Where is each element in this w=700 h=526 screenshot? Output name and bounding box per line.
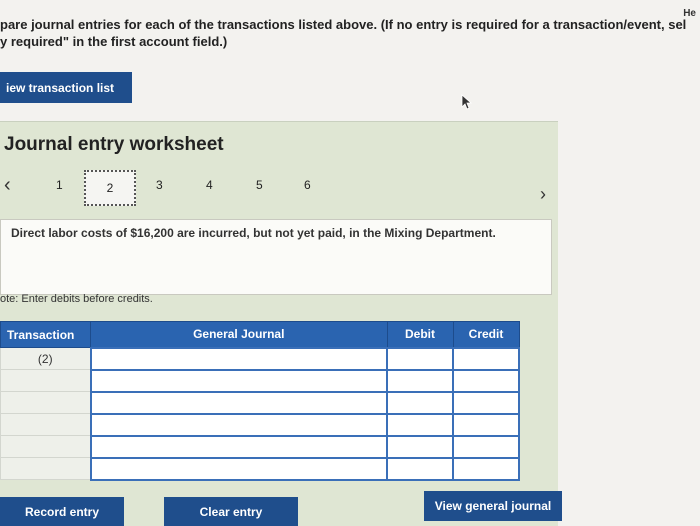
page-4[interactable]: 4 xyxy=(206,178,213,192)
credit-field[interactable] xyxy=(452,346,520,371)
table-row xyxy=(0,434,520,459)
account-field[interactable] xyxy=(89,434,388,459)
page-1[interactable]: 1 xyxy=(56,178,63,192)
table-row xyxy=(0,456,520,481)
journal-entry-worksheet: Journal entry worksheet ‹ 1 2 3 4 5 6 › … xyxy=(0,121,558,526)
account-field[interactable] xyxy=(89,368,388,393)
page-5[interactable]: 5 xyxy=(256,178,263,192)
table-row xyxy=(0,412,520,437)
page-2[interactable]: 2 xyxy=(84,170,136,206)
mouse-cursor-icon xyxy=(461,94,473,110)
view-general-journal-button[interactable]: View general journal xyxy=(424,491,562,521)
header-transaction: Transaction xyxy=(0,321,91,348)
instructions-line-1: pare journal entries for each of the tra… xyxy=(0,16,700,33)
transaction-pager: ‹ 1 2 3 4 5 6 › xyxy=(0,170,558,206)
account-field[interactable] xyxy=(89,456,388,481)
view-transaction-list-button[interactable]: iew transaction list xyxy=(0,72,132,103)
credit-field[interactable] xyxy=(452,390,520,415)
debit-field[interactable] xyxy=(386,456,454,481)
worksheet-title: Journal entry worksheet xyxy=(4,134,224,155)
transaction-description: Direct labor costs of $16,200 are incurr… xyxy=(0,219,552,295)
transaction-cell xyxy=(0,457,91,480)
account-field[interactable] xyxy=(89,390,388,415)
journal-table: Transaction General Journal Debit Credit… xyxy=(0,321,520,481)
page-6[interactable]: 6 xyxy=(304,178,311,192)
header-debit: Debit xyxy=(386,321,454,348)
instructions-line-1-plain: pare journal entries for each of the tra… xyxy=(0,17,381,32)
credit-field[interactable] xyxy=(452,456,520,481)
debit-field[interactable] xyxy=(386,390,454,415)
debit-field[interactable] xyxy=(386,434,454,459)
entry-note: ote: Enter debits before credits. xyxy=(0,293,153,305)
transaction-cell xyxy=(0,391,91,414)
account-field[interactable] xyxy=(89,412,388,437)
credit-field[interactable] xyxy=(452,412,520,437)
header-credit: Credit xyxy=(452,321,520,348)
transaction-cell xyxy=(0,413,91,436)
next-page-icon[interactable]: › xyxy=(540,184,546,205)
transaction-cell xyxy=(0,369,91,392)
table-row xyxy=(0,390,520,415)
credit-field[interactable] xyxy=(452,368,520,393)
previous-page-icon[interactable]: ‹ xyxy=(4,174,11,197)
instructions-text: pare journal entries for each of the tra… xyxy=(0,16,700,50)
table-row xyxy=(0,368,520,393)
transaction-cell: (2) xyxy=(0,347,91,370)
instructions-line-2: y required" in the first account field.) xyxy=(0,34,228,49)
journal-header-row: Transaction General Journal Debit Credit xyxy=(0,321,520,348)
debit-field[interactable] xyxy=(386,412,454,437)
transaction-cell xyxy=(0,435,91,458)
instructions-line-1-bold: (If no entry is required for a transacti… xyxy=(380,17,687,32)
table-row: (2) xyxy=(0,346,520,371)
debit-field[interactable] xyxy=(386,346,454,371)
record-entry-button[interactable]: Record entry xyxy=(0,497,124,526)
page-3[interactable]: 3 xyxy=(156,178,163,192)
debit-field[interactable] xyxy=(386,368,454,393)
header-general-journal: General Journal xyxy=(90,321,388,348)
clear-entry-button[interactable]: Clear entry xyxy=(164,497,298,526)
account-field[interactable] xyxy=(89,346,388,371)
credit-field[interactable] xyxy=(452,434,520,459)
